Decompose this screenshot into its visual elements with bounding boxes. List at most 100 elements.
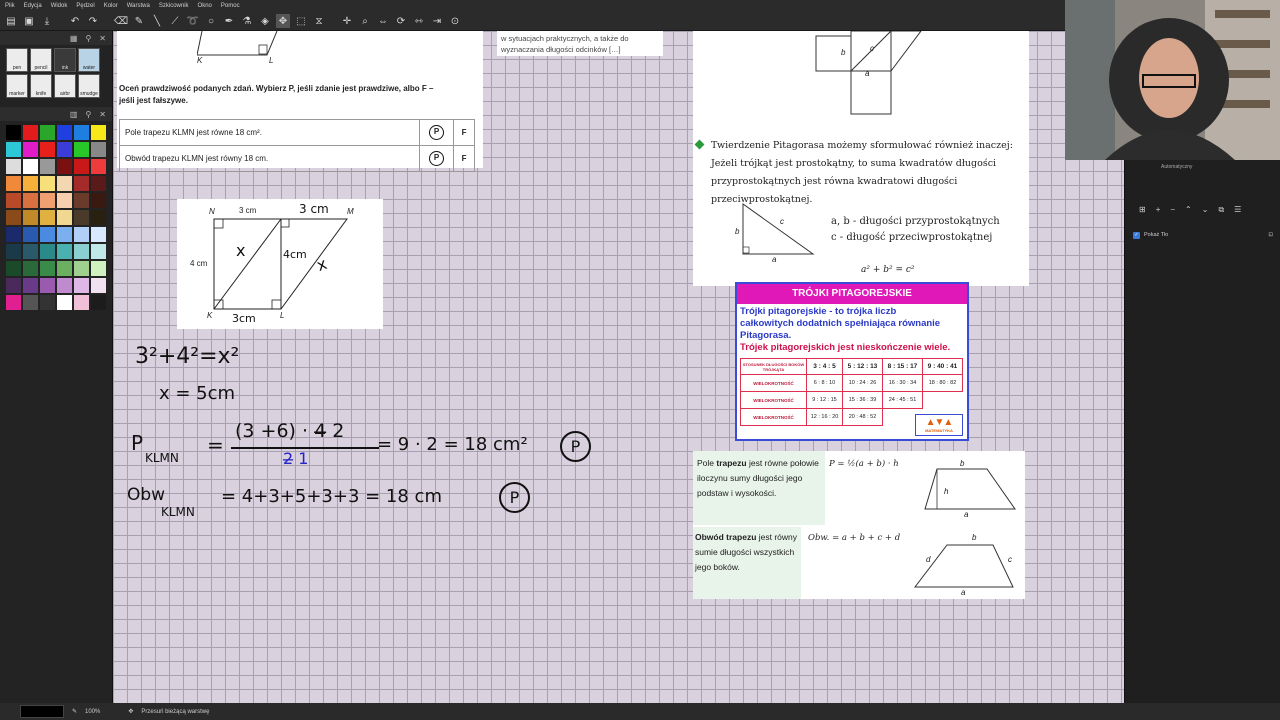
f-option[interactable]: F	[453, 145, 475, 172]
swatch[interactable]	[57, 159, 72, 174]
line-icon[interactable]: ╲	[150, 14, 164, 28]
picker-icon[interactable]: ⚗	[240, 14, 254, 28]
polyline-icon[interactable]: ⟋	[168, 14, 182, 28]
pen-icon[interactable]: ✒	[222, 14, 236, 28]
redo-icon[interactable]: ↷	[86, 14, 100, 28]
swatch[interactable]	[6, 159, 21, 174]
brush-preset[interactable]: smudge	[78, 74, 100, 98]
swatch[interactable]	[91, 227, 106, 242]
swatch[interactable]	[40, 278, 55, 293]
fit-icon[interactable]: ⇥	[430, 14, 444, 28]
swatch[interactable]	[40, 193, 55, 208]
swatch[interactable]	[6, 142, 21, 157]
swatch[interactable]	[23, 261, 38, 276]
move-up-icon[interactable]: ⌃	[1185, 205, 1192, 219]
swatch[interactable]	[23, 210, 38, 225]
lock-icon[interactable]: ⊡	[1268, 232, 1273, 238]
swatch[interactable]	[91, 278, 106, 293]
swatch[interactable]	[6, 278, 21, 293]
p-option[interactable]: P	[418, 145, 455, 172]
color-indicator[interactable]	[20, 705, 64, 718]
swatch[interactable]	[57, 227, 72, 242]
swatch[interactable]	[40, 176, 55, 191]
undo-icon[interactable]: ↶	[68, 14, 82, 28]
checkbox-icon[interactable]: ✓	[1133, 231, 1140, 239]
plus-icon[interactable]: +	[1156, 205, 1161, 219]
swatch[interactable]	[57, 295, 72, 310]
brush-preset[interactable]: airbr	[54, 74, 76, 98]
add-layer-icon[interactable]: ⊞	[1139, 205, 1146, 219]
swatch[interactable]	[57, 244, 72, 259]
swatch[interactable]	[23, 244, 38, 259]
f-option[interactable]: F	[453, 119, 475, 146]
swatch[interactable]	[6, 176, 21, 191]
swatch[interactable]	[57, 210, 72, 225]
swatch[interactable]	[91, 193, 106, 208]
brush-preset[interactable]: pencil	[30, 48, 52, 72]
open-file-icon[interactable]: ▣	[22, 14, 36, 28]
swatch[interactable]	[23, 125, 38, 140]
settings-icon[interactable]: ☰	[1234, 205, 1241, 219]
swatch[interactable]	[23, 159, 38, 174]
swatch[interactable]	[74, 142, 89, 157]
swatch[interactable]	[6, 193, 21, 208]
menu-layer[interactable]: Warstwa	[127, 0, 150, 12]
menu-view[interactable]: Widok	[51, 0, 68, 12]
swatch[interactable]	[74, 176, 89, 191]
menu-edit[interactable]: Edycja	[24, 0, 42, 12]
menu-window[interactable]: Okno	[198, 0, 212, 12]
swatch[interactable]	[40, 227, 55, 242]
duplicate-icon[interactable]: ⧉	[1218, 205, 1224, 219]
menu-help[interactable]: Pomoc	[221, 0, 240, 12]
crop-icon[interactable]: ⬚	[294, 14, 308, 28]
swatch[interactable]	[23, 295, 38, 310]
swatch[interactable]	[23, 176, 38, 191]
move-down-icon[interactable]: ⌄	[1202, 205, 1209, 219]
menu-color[interactable]: Kolor	[104, 0, 118, 12]
swatch[interactable]	[91, 295, 106, 310]
transform-icon[interactable]: ⧖	[312, 14, 326, 28]
swatch[interactable]	[57, 125, 72, 140]
swatch[interactable]	[74, 210, 89, 225]
swatch[interactable]	[74, 278, 89, 293]
brush-preset[interactable]: ink	[54, 48, 76, 72]
presets-icon[interactable]: ▦	[70, 34, 78, 43]
close-icon[interactable]: ✕	[99, 34, 106, 43]
swatch[interactable]	[74, 159, 89, 174]
swatch[interactable]	[40, 244, 55, 259]
swatch[interactable]	[23, 193, 38, 208]
swatch[interactable]	[6, 227, 21, 242]
eraser-icon[interactable]: ⌫	[114, 14, 128, 28]
swatch[interactable]	[6, 261, 21, 276]
pin-icon[interactable]: ⚲	[85, 110, 91, 119]
swatch[interactable]	[6, 244, 21, 259]
swatch[interactable]	[40, 295, 55, 310]
brush-icon[interactable]: ✎	[132, 14, 146, 28]
mirror-icon[interactable]: ⇔	[376, 14, 390, 28]
swatch[interactable]	[91, 261, 106, 276]
swatch[interactable]	[91, 210, 106, 225]
brush-preset[interactable]: water	[78, 48, 100, 72]
minus-icon[interactable]: −	[1170, 205, 1175, 219]
pan-icon[interactable]: ✛	[340, 14, 354, 28]
menu-sketchbook[interactable]: Szkicownik	[159, 0, 189, 12]
swatch[interactable]	[40, 142, 55, 157]
canvas[interactable]: K L Oceń prawdziwość podanych zdań. Wybi…	[113, 31, 1124, 703]
swatch[interactable]	[40, 261, 55, 276]
flip-icon[interactable]: ⇿	[412, 14, 426, 28]
brush-preset[interactable]: marker	[6, 74, 28, 98]
p-option[interactable]: P	[418, 119, 455, 146]
swatch[interactable]	[6, 295, 21, 310]
brush-edit-icon[interactable]: ✎	[72, 708, 77, 715]
swatch[interactable]	[57, 278, 72, 293]
swatch[interactable]	[74, 193, 89, 208]
swatch[interactable]	[40, 125, 55, 140]
swatch[interactable]	[6, 125, 21, 140]
layer-row[interactable]: ✓ Pokaż Tło ⊡	[1133, 229, 1273, 241]
swatch[interactable]	[23, 278, 38, 293]
save-icon[interactable]: ⤓	[40, 14, 54, 28]
close-icon[interactable]: ✕	[99, 110, 106, 119]
swatch[interactable]	[57, 176, 72, 191]
brush-preset[interactable]: knife	[30, 74, 52, 98]
fill-icon[interactable]: ◈	[258, 14, 272, 28]
